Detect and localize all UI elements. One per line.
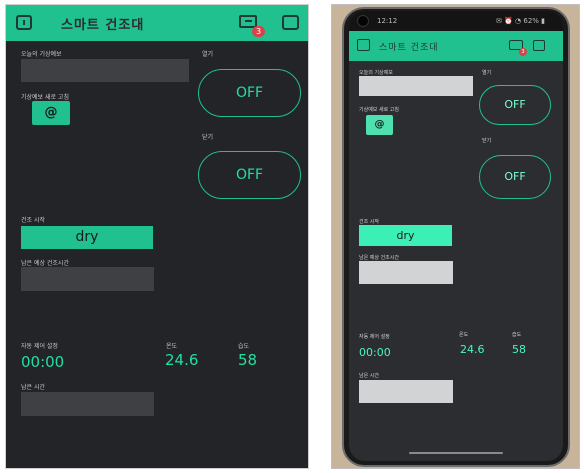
close-toggle-button[interactable]: OFF [198, 151, 301, 199]
app-title: 스마트 건조대 [61, 18, 145, 33]
phone-top-bar: 스마트 건조대 3 [349, 31, 563, 61]
phone-remaining-estimate-field [359, 261, 453, 284]
phone-close-label: 닫기 [482, 138, 492, 144]
phone-humidity-label: 습도 [512, 332, 522, 338]
auto-control-label: 자동 제어 설정 [21, 343, 58, 350]
phone-remaining-estimate-label: 남은 예상 건조시간 [359, 255, 399, 261]
square-icon[interactable] [282, 15, 299, 30]
drying-start-label: 건조 시작 [21, 217, 45, 224]
forecast-field [21, 59, 189, 82]
open-label: 열기 [202, 51, 214, 58]
temperature-value: 24.6 [165, 351, 199, 369]
top-bar: 스마트 건조대 3 [6, 5, 308, 41]
phone-temperature-value: 24.6 [460, 343, 485, 356]
refresh-button[interactable]: @ [32, 101, 70, 125]
forecast-refresh-label: 기상예보 새로 고침 [21, 94, 69, 101]
humidity-label: 습도 [238, 343, 250, 350]
phone-close-toggle-button[interactable]: OFF [479, 155, 551, 199]
phone-open-label: 열기 [482, 70, 492, 76]
remaining-estimate-label: 남은 예상 건조시간 [21, 260, 69, 267]
auto-time-value[interactable]: 00:00 [21, 353, 64, 371]
phone-forecast-label: 오늘의 기상예보 [359, 70, 393, 76]
app-screenshot: 스마트 건조대 3 오늘의 기상예보 열기 OFF 기상예보 새로 고침 @ 닫… [5, 4, 309, 469]
notification-badge: 3 [252, 26, 265, 37]
phone-remaining-time-field [359, 380, 453, 403]
temperature-label: 온도 [166, 343, 178, 350]
phone-forecast-refresh-label: 기상예보 새로 고침 [359, 107, 399, 113]
phone-screen: 12:12 ✉ ⏰ ◔ 62% ▮ 스마트 건조대 3 오늘의 기상예보 열기 … [349, 11, 563, 461]
remaining-estimate-field [21, 267, 154, 291]
open-toggle-button[interactable]: OFF [198, 69, 301, 117]
phone-app-title: 스마트 건조대 [379, 43, 439, 53]
humidity-value: 58 [238, 351, 258, 369]
phone-refresh-button[interactable]: @ [366, 115, 393, 135]
phone-drying-start-label: 건조 시작 [359, 219, 379, 225]
camera-hole [357, 15, 369, 27]
phone-temperature-label: 온도 [459, 332, 469, 338]
phone-humidity-value: 58 [512, 343, 526, 356]
phone-open-toggle-button[interactable]: OFF [479, 85, 551, 125]
stage: 스마트 건조대 3 오늘의 기상예보 열기 OFF 기상예보 새로 고침 @ 닫… [0, 0, 584, 473]
status-bar: 12:12 ✉ ⏰ ◔ 62% ▮ [349, 11, 563, 31]
dry-button[interactable]: dry [21, 226, 153, 249]
phone-dry-button[interactable]: dry [359, 225, 452, 246]
dashboard-icon[interactable] [16, 15, 32, 30]
home-indicator [409, 452, 503, 454]
status-icons: ✉ ⏰ ◔ 62% ▮ [496, 17, 545, 25]
square-icon[interactable] [533, 40, 545, 51]
dashboard-icon[interactable] [357, 39, 370, 51]
phone-remaining-time-label: 남은 시간 [359, 373, 379, 379]
status-time: 12:12 [377, 17, 398, 25]
phone-auto-time-value[interactable]: 00:00 [359, 346, 391, 359]
close-label: 닫기 [202, 134, 214, 141]
remaining-time-label: 남은 시간 [21, 384, 45, 391]
forecast-label: 오늘의 기상예보 [21, 51, 62, 58]
remaining-time-field [21, 392, 154, 416]
phone-auto-control-label: 자동 제어 설정 [359, 334, 390, 340]
phone-photo: 12:12 ✉ ⏰ ◔ 62% ▮ 스마트 건조대 3 오늘의 기상예보 열기 … [331, 4, 580, 469]
phone-forecast-field [359, 76, 473, 96]
phone-notification-badge: 3 [519, 48, 527, 56]
